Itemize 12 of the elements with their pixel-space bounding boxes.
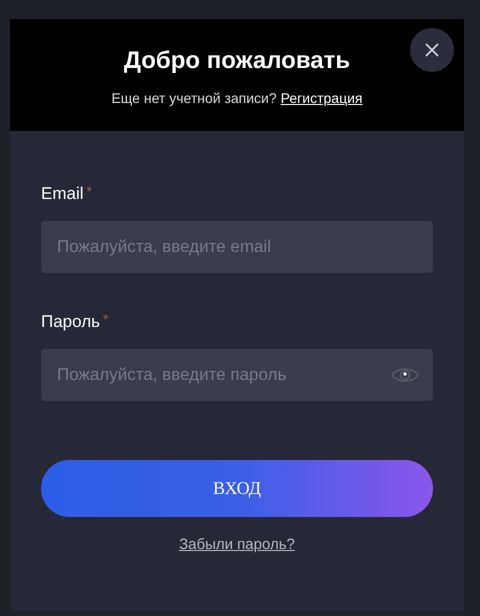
required-mark: *	[103, 311, 108, 327]
required-mark: *	[86, 183, 92, 199]
subtitle-text: Еще нет учетной записи?	[111, 88, 277, 108]
input-field[interactable]: Пожалуйста, введите email	[41, 221, 433, 273]
close-icon	[425, 43, 439, 57]
register-link[interactable]: Регистрация	[280, 88, 363, 108]
login-button[interactable]: ВХОД	[41, 460, 433, 517]
field-label: Пароль	[41, 311, 100, 333]
field-label: Email	[41, 183, 84, 205]
dialog-title: Добро пожаловать	[124, 46, 350, 76]
forgot-password-link[interactable]: Забыли пароль?	[179, 534, 295, 556]
input-field[interactable]: Пожалуйста, введите пароль	[41, 349, 433, 401]
